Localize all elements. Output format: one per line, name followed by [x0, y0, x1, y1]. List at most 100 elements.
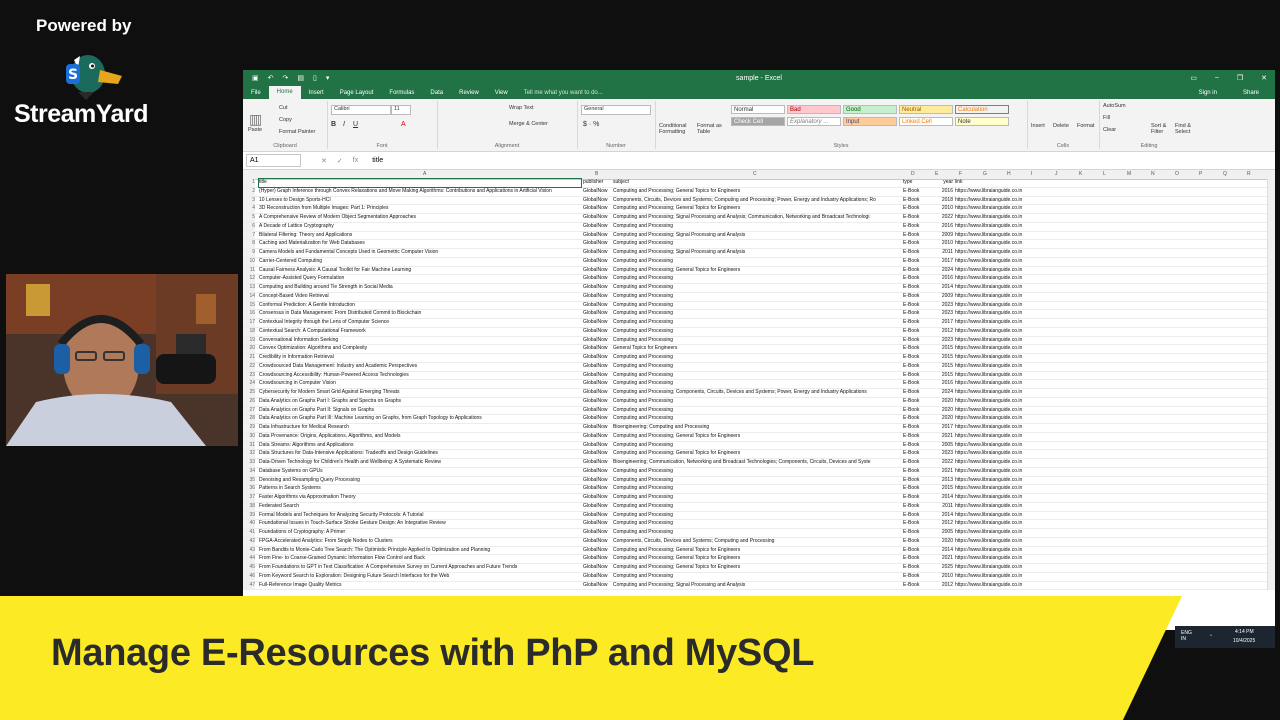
cell-subject[interactable]: Bioengineering; Communication, Networkin… [613, 459, 901, 467]
cell-year[interactable]: 2015 [933, 363, 953, 371]
cell-link[interactable]: https://www.libraianguide.co.in [955, 494, 1035, 502]
cell-year[interactable]: 2005 [933, 442, 953, 450]
cell-type[interactable]: E-Book [903, 529, 927, 537]
cell-type[interactable]: E-Book [903, 275, 927, 283]
column-header-q[interactable]: Q [1223, 171, 1227, 177]
cell-title[interactable]: 3D Reconstruction from Multiple Images: … [259, 205, 581, 213]
table-row[interactable]: 4 3D Reconstruction from Multiple Images:… [243, 205, 1275, 214]
table-row[interactable]: 45 From Foundations to GPT in Text Classi… [243, 564, 1275, 573]
cell-subject[interactable]: Computing and Processing [613, 337, 901, 345]
cell-link[interactable]: https://www.libraianguide.co.in [955, 240, 1035, 248]
cell-subject[interactable]: Computing and Processing [613, 494, 901, 502]
cell-year[interactable]: 2012 [933, 520, 953, 528]
cell-title[interactable]: FPGA-Accelerated Analytics: From Single … [259, 538, 581, 546]
cell-year[interactable]: 2020 [933, 415, 953, 423]
cell-year[interactable]: 2012 [933, 328, 953, 336]
cell-type[interactable]: E-Book [903, 573, 927, 581]
cell-type[interactable]: E-Book [903, 302, 927, 310]
cell-publisher[interactable]: GlobalNow [583, 380, 613, 388]
font-name-select[interactable]: Calibri [331, 105, 391, 115]
cell-publisher[interactable]: GlobalNow [583, 485, 613, 493]
cell-year[interactable]: 2005 [933, 529, 953, 537]
cell-publisher[interactable]: GlobalNow [583, 337, 613, 345]
cell-subject[interactable]: General Topics for Engineers [613, 345, 901, 353]
cell-subject[interactable]: Computing and Processing [613, 302, 901, 310]
table-row[interactable]: 39 Formal Models and Techniques for Analy… [243, 511, 1275, 521]
cell-subject[interactable]: Computing and Processing [613, 520, 901, 528]
cell-link[interactable]: https://www.libraianguide.co.in [955, 415, 1035, 423]
cell-subject[interactable]: Computing and Processing; General Topics… [613, 564, 901, 572]
cell-title[interactable]: Foundational Issues in Touch-Surface Str… [259, 520, 581, 528]
cell-title[interactable]: Cybersecurity for Modern Smart Grid Agai… [259, 389, 581, 397]
cell-year[interactable]: 2010 [933, 205, 953, 213]
table-row[interactable]: 38 Federated Search GlobalNow Computing and… [243, 502, 1275, 512]
cell-link[interactable]: https://www.libraianguide.co.in [955, 477, 1035, 485]
cell-year[interactable]: 2024 [933, 389, 953, 397]
tab-page-layout[interactable]: Page Layout [332, 90, 382, 96]
cell-publisher[interactable]: GlobalNow [583, 564, 613, 572]
column-header-f[interactable]: F [959, 171, 962, 177]
cell-link[interactable]: https://www.libraianguide.co.in [955, 512, 1035, 520]
cell-title[interactable]: Camera Models and Fundamental Concepts U… [259, 249, 581, 257]
table-row[interactable]: 31 Data Streams: Algorithms and Applicati… [243, 441, 1275, 451]
cell-type[interactable]: E-Book [903, 520, 927, 528]
cell-publisher[interactable]: GlobalNow [583, 284, 613, 292]
cell-type[interactable]: E-Book [903, 433, 927, 441]
cell-link[interactable]: https://www.libraianguide.co.in [955, 398, 1035, 406]
style-note[interactable]: Note [955, 117, 1009, 126]
cell-type[interactable]: E-Book [903, 442, 927, 450]
cell-publisher[interactable]: GlobalNow [583, 205, 613, 213]
cell-type[interactable]: E-Book [903, 267, 927, 275]
cell-publisher[interactable]: GlobalNow [583, 442, 613, 450]
cell-type[interactable]: E-Book [903, 459, 927, 467]
column-header-c[interactable]: C [753, 171, 757, 177]
cell-type[interactable]: E-Book [903, 337, 927, 345]
cell-publisher[interactable]: GlobalNow [583, 223, 613, 231]
copy-button[interactable]: Copy [279, 117, 292, 123]
cell-subject[interactable]: Computing and Processing; Signal Process… [613, 582, 901, 590]
cell-title[interactable]: Computing and Building around Tie Streng… [259, 284, 581, 292]
conditional-formatting-button[interactable]: Conditional Formatting [659, 123, 695, 135]
cell-year[interactable]: 2017 [933, 424, 953, 432]
cell-type[interactable]: E-Book [903, 214, 927, 222]
cell-year[interactable]: 2017 [933, 258, 953, 266]
cell-year[interactable]: 2013 [933, 477, 953, 485]
table-row[interactable]: 30 Data Provenance: Origins, Applications… [243, 432, 1275, 442]
cell-publisher[interactable]: GlobalNow [583, 407, 613, 415]
cell-publisher[interactable]: GlobalNow [583, 573, 613, 581]
cell-title[interactable]: Denoising and Resampling Query Processin… [259, 477, 581, 485]
column-header-d[interactable]: D [911, 171, 915, 177]
cell-subject[interactable]: Components, Circuits, Devices and System… [613, 538, 901, 546]
column-header-k[interactable]: K [1079, 171, 1082, 177]
cell-year[interactable]: 2022 [933, 459, 953, 467]
cell-type[interactable]: E-Book [903, 424, 927, 432]
cell-type[interactable]: E-Book [903, 310, 927, 318]
cell-link[interactable]: https://www.libraianguide.co.in [955, 485, 1035, 493]
table-row[interactable]: 5 A Comprehensive Review of Modern Object… [243, 214, 1275, 223]
column-header-e[interactable]: E [935, 171, 938, 177]
cell-year[interactable]: 2023 [933, 302, 953, 310]
column-header-a[interactable]: A [423, 171, 426, 177]
cell-subject[interactable]: Computing and Processing; General Topics… [613, 433, 901, 441]
cell-publisher[interactable]: GlobalNow [583, 275, 613, 283]
table-row[interactable]: 15 Conformal Prediction: A Gentle Introdu… [243, 301, 1275, 311]
confirm-entry-icon[interactable]: ✓ [337, 157, 343, 165]
column-header-n[interactable]: N [1151, 171, 1155, 177]
cell-title[interactable]: Data Analytics on Graphs Part III: Machi… [259, 415, 581, 423]
cell-link[interactable]: https://www.libraianguide.co.in [955, 319, 1035, 327]
cell-subject[interactable]: Components, Circuits, Devices and System… [613, 197, 901, 205]
cell-type[interactable]: E-Book [903, 232, 927, 240]
cell-type[interactable]: E-Book [903, 468, 927, 476]
table-row[interactable]: 18 Contextual Search: A Computational Fra… [243, 327, 1275, 337]
autosum-button[interactable]: AutoSum [1103, 103, 1126, 109]
cell-subject[interactable]: Computing and Processing [613, 468, 901, 476]
table-row[interactable]: 8 Caching and Materialization for Web Dat… [243, 240, 1275, 249]
find-select-button[interactable]: Find & Select [1175, 123, 1197, 135]
cell-subject[interactable]: Computing and Processing; Signal Process… [613, 232, 901, 240]
cell-type[interactable]: E-Book [903, 363, 927, 371]
style-linked-cell[interactable]: Linked Cell [899, 117, 953, 126]
cell-publisher[interactable]: GlobalNow [583, 494, 613, 502]
cell-type[interactable]: E-Book [903, 284, 927, 292]
table-row[interactable]: 2 (Hyper) Graph Inference through Convex … [243, 187, 1275, 197]
cell-type[interactable]: E-Book [903, 582, 927, 590]
